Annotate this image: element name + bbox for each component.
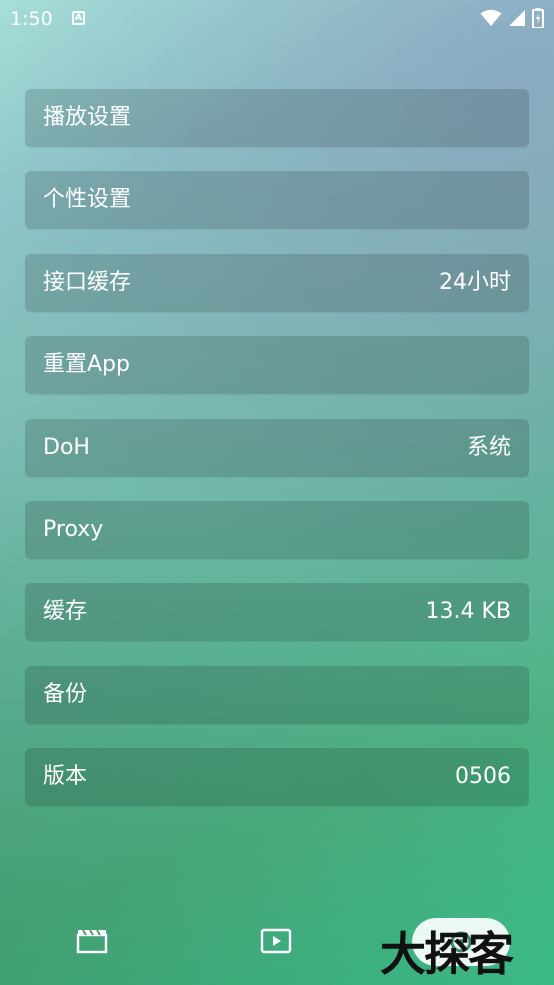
- clapperboard-icon: [76, 929, 108, 954]
- setting-playback[interactable]: 播放设置: [25, 89, 529, 147]
- play-icon: [260, 928, 292, 954]
- watermark-logo: 大探客: [380, 927, 514, 981]
- setting-value: 系统: [466, 434, 511, 460]
- setting-version[interactable]: 版本 0506: [25, 748, 529, 807]
- setting-label: 播放设置: [43, 105, 132, 130]
- setting-api-cache[interactable]: 接口缓存 24小时: [25, 253, 529, 312]
- setting-doh[interactable]: DoH 系统: [25, 418, 529, 477]
- notification-icon: A: [72, 11, 85, 25]
- settings-list: 播放设置 个性设置 接口缓存 24小时 重置App DoH 系统 Proxy 缓…: [25, 89, 529, 831]
- setting-value: 0506: [455, 764, 511, 790]
- setting-label: 个性设置: [43, 187, 132, 213]
- setting-label: DoH: [43, 434, 90, 460]
- setting-label: 接口缓存: [43, 269, 132, 295]
- status-time: 1:50: [10, 8, 53, 30]
- setting-label: 重置App: [43, 352, 130, 378]
- setting-proxy[interactable]: Proxy: [25, 500, 529, 559]
- setting-cache[interactable]: 缓存 13.4 KB: [25, 583, 529, 642]
- setting-backup[interactable]: 备份: [25, 665, 529, 724]
- setting-label: 版本: [43, 764, 88, 790]
- nav-home-button[interactable]: [76, 928, 110, 958]
- setting-value: 24小时: [439, 269, 511, 295]
- setting-personalization[interactable]: 个性设置: [25, 171, 529, 230]
- setting-label: 备份: [43, 681, 88, 707]
- wifi-icon: [480, 9, 502, 26]
- nav-live-button[interactable]: [260, 928, 294, 958]
- setting-value: 13.4 KB: [425, 599, 512, 625]
- setting-reset-app[interactable]: 重置App: [25, 336, 529, 395]
- setting-label: Proxy: [43, 516, 104, 542]
- battery-icon: [532, 8, 544, 28]
- signal-icon: [509, 10, 525, 26]
- status-bar: 1:50 A: [0, 0, 554, 38]
- setting-label: 缓存: [43, 599, 88, 625]
- bottom-navigation: 大探客: [0, 900, 554, 985]
